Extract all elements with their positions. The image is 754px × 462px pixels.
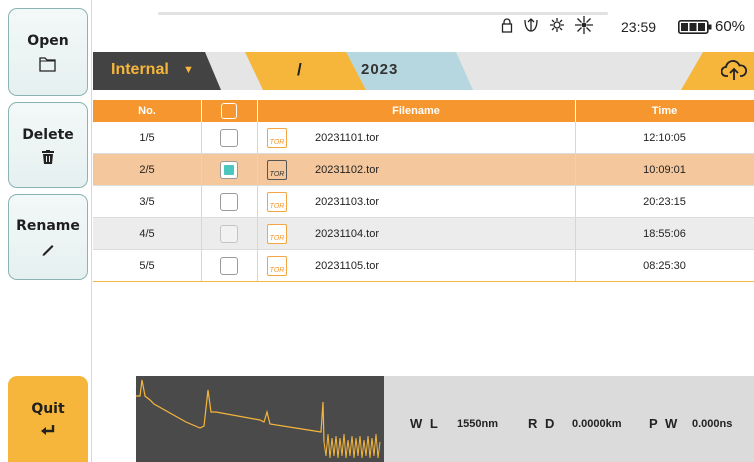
tor-file-icon: TOR (267, 159, 287, 180)
table-row[interactable]: 1/5 TOR 20231101.tor 12:10:05 (93, 122, 754, 154)
row-time: 12:10:05 (643, 131, 686, 144)
pulse-width-value: 0.000ns (692, 418, 733, 430)
otdr-trace (136, 379, 381, 459)
table-row[interactable]: 3/5 TOR 20231103.tor 20:23:15 (93, 186, 754, 218)
row-checkbox[interactable] (220, 224, 238, 243)
pulse-width-label: P W (649, 416, 680, 431)
row-filename: 20231101.tor (315, 131, 380, 144)
row-checkbox-checked[interactable] (220, 160, 238, 179)
table-row-selected[interactable]: 2/5 TOR 20231102.tor 10:09:01 (93, 154, 754, 186)
quit-button-label: Quit (31, 400, 65, 417)
row-filename: 20231105.tor (315, 259, 380, 272)
breadcrumb-root-label: / (297, 60, 302, 79)
path-bar: Internal ▼ / 2023 (93, 52, 754, 90)
header-time: Time (651, 105, 678, 117)
trash-icon (42, 149, 54, 164)
open-button[interactable]: Open (8, 8, 88, 96)
row-number: 3/5 (139, 195, 155, 208)
range-distance-label: R D (528, 416, 557, 431)
row-checkbox[interactable] (220, 128, 238, 147)
header-no: No. (138, 105, 156, 117)
status-bar: 23:59 60% (93, 0, 754, 50)
row-time: 10:09:01 (643, 163, 686, 176)
tor-file-icon: TOR (267, 191, 287, 212)
row-number: 2/5 (139, 163, 155, 176)
clock: 23:59 (621, 19, 657, 35)
sidebar: Open Delete Rename Quit (0, 0, 92, 462)
open-button-label: Open (27, 32, 69, 49)
range-distance-value: 0.0000km (572, 418, 622, 430)
header-filename: Filename (392, 105, 440, 117)
row-filename: 20231103.tor (315, 195, 380, 208)
table-row[interactable]: 5/5 TOR 20231105.tor 08:25:30 (93, 250, 754, 282)
wavelength-value: 1550nm (457, 418, 498, 430)
row-checkbox[interactable] (220, 192, 238, 211)
cloud-upload-icon (721, 60, 747, 80)
trace-info-panel: W L 1550nm R D 0.0000km P W 0.000ns (384, 376, 754, 462)
breadcrumb-folder-label: 2023 (361, 61, 399, 78)
tor-file-icon: TOR (267, 127, 287, 148)
table-row[interactable]: 4/5 TOR 20231104.tor 18:55:06 (93, 218, 754, 250)
folder-open-icon (39, 56, 56, 72)
status-progress-line (158, 12, 608, 15)
quit-button[interactable]: Quit (8, 376, 88, 462)
row-filename: 20231104.tor (315, 227, 380, 240)
rename-button-label: Rename (16, 217, 80, 234)
dropdown-caret-icon: ▼ (183, 64, 194, 76)
file-table: No. Filename Time 1/5 TOR 20231101.tor 1… (93, 100, 754, 282)
storage-label: Internal (111, 61, 169, 78)
lock-icon (501, 17, 513, 33)
wavelength-label: W L (410, 416, 440, 431)
delete-button-label: Delete (22, 126, 74, 143)
row-time: 18:55:06 (643, 227, 686, 240)
row-time: 08:25:30 (643, 259, 686, 272)
table-header: No. Filename Time (93, 100, 754, 122)
battery-icon (678, 20, 712, 34)
pencil-icon (42, 244, 54, 256)
trace-preview[interactable] (136, 376, 384, 462)
row-filename: 20231102.tor (315, 163, 380, 176)
tor-file-icon: TOR (267, 223, 287, 244)
row-time: 20:23:15 (643, 195, 686, 208)
row-checkbox[interactable] (220, 256, 238, 275)
row-number: 5/5 (139, 259, 155, 272)
tor-file-icon: TOR (267, 255, 287, 276)
return-arrow-icon (41, 424, 55, 435)
row-number: 1/5 (139, 131, 155, 144)
settings-sun-icon (550, 18, 564, 32)
status-icons (501, 16, 593, 34)
rename-button[interactable]: Rename (8, 194, 88, 280)
row-number: 4/5 (139, 227, 155, 240)
delete-button[interactable]: Delete (8, 102, 88, 188)
select-all-checkbox[interactable] (221, 103, 237, 119)
usb-icon (524, 17, 538, 32)
battery-percent: 60% (715, 18, 746, 35)
brightness-icon (575, 16, 593, 34)
